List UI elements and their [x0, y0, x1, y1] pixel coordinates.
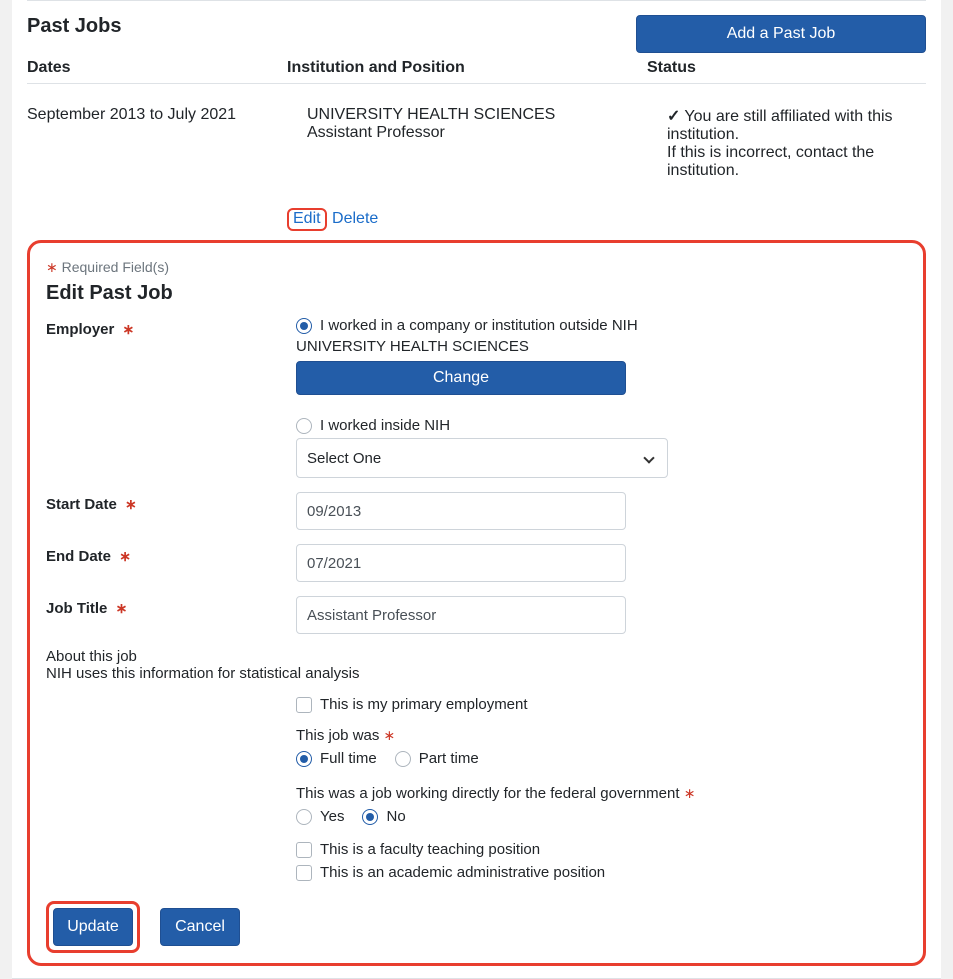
col-header-status: Status: [647, 59, 926, 77]
check-icon: ✓: [667, 106, 680, 126]
required-fields-note: ∗ Required Field(s): [46, 259, 907, 276]
start-date-input[interactable]: [296, 492, 626, 530]
col-header-institution: Institution and Position: [287, 59, 647, 77]
employer-inside-radio[interactable]: [296, 418, 312, 434]
employer-inside-option[interactable]: I worked inside NIH: [296, 417, 907, 434]
cancel-button[interactable]: Cancel: [160, 908, 240, 946]
federal-label: This was a job working directly for the …: [296, 785, 907, 802]
nih-select[interactable]: Select One: [296, 438, 668, 478]
federal-no-radio[interactable]: [362, 809, 378, 825]
job-was-label: This job was ∗: [296, 727, 907, 744]
edit-link[interactable]: Edit: [287, 208, 327, 231]
col-header-dates: Dates: [27, 59, 287, 77]
change-employer-button[interactable]: Change: [296, 361, 626, 395]
job-status-line1: ✓You are still affiliated with this inst…: [667, 106, 926, 144]
part-time-option[interactable]: Part time: [395, 750, 479, 767]
employer-outside-option[interactable]: I worked in a company or institution out…: [296, 317, 907, 334]
about-heading: About this job: [46, 648, 907, 665]
faculty-checkbox[interactable]: [296, 842, 312, 858]
primary-employment-checkbox[interactable]: [296, 697, 312, 713]
job-title-input[interactable]: [296, 596, 626, 634]
update-button-highlight: Update: [46, 901, 140, 953]
full-time-radio[interactable]: [296, 751, 312, 767]
employer-name: UNIVERSITY HEALTH SCIENCES: [296, 338, 907, 355]
edit-past-job-form: ∗ Required Field(s) Edit Past Job Employ…: [27, 240, 926, 966]
faculty-option[interactable]: This is a faculty teaching position: [296, 841, 907, 858]
admin-checkbox[interactable]: [296, 865, 312, 881]
add-past-job-button[interactable]: Add a Past Job: [636, 15, 926, 53]
label-start-date: Start Date ∗: [46, 492, 296, 513]
job-status-line2: If this is incorrect, contact the instit…: [667, 144, 926, 180]
about-subtext: NIH uses this information for statistica…: [46, 665, 907, 682]
part-time-radio[interactable]: [395, 751, 411, 767]
federal-no-option[interactable]: No: [362, 808, 405, 825]
form-title: Edit Past Job: [46, 282, 907, 305]
federal-yes-option[interactable]: Yes: [296, 808, 344, 825]
admin-option[interactable]: This is an academic administrative posit…: [296, 864, 907, 881]
full-time-option[interactable]: Full time: [296, 750, 377, 767]
nih-select-value: Select One: [307, 450, 381, 467]
section-title: Past Jobs: [27, 15, 636, 38]
job-position: Assistant Professor: [307, 124, 667, 142]
primary-employment-option[interactable]: This is my primary employment: [296, 696, 907, 713]
employer-outside-radio[interactable]: [296, 318, 312, 334]
label-job-title: Job Title ∗: [46, 596, 296, 617]
label-employer: Employer ∗: [46, 317, 296, 338]
label-end-date: End Date ∗: [46, 544, 296, 565]
delete-link[interactable]: Delete: [332, 210, 378, 227]
federal-yes-radio[interactable]: [296, 809, 312, 825]
job-dates: September 2013 to July 2021: [27, 106, 287, 180]
end-date-input[interactable]: [296, 544, 626, 582]
job-institution: UNIVERSITY HEALTH SCIENCES: [307, 106, 667, 124]
update-button[interactable]: Update: [53, 908, 133, 946]
